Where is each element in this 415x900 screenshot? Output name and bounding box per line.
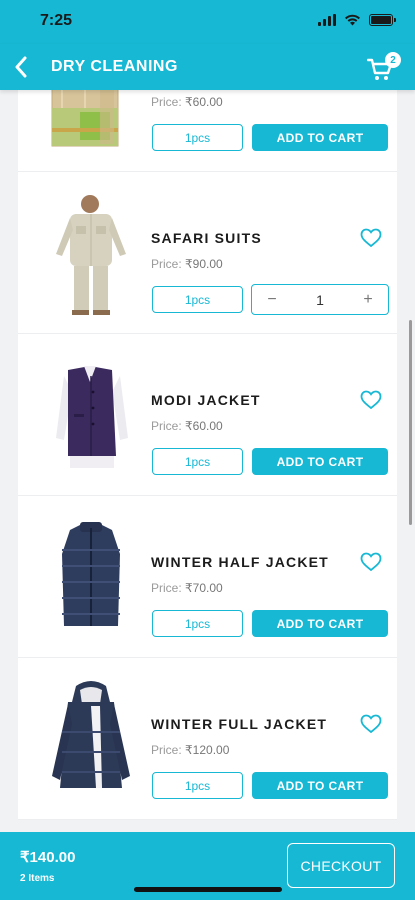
quantity-unit-select[interactable]: 1pcs: [152, 124, 243, 151]
favorite-heart-icon[interactable]: [360, 552, 382, 572]
product-name: WINTER FULL JACKET: [151, 716, 328, 732]
product-name: SAFARI SUITS: [151, 230, 262, 246]
quantity-unit-select[interactable]: 1pcs: [152, 286, 243, 313]
product-price: ₹120.00: [185, 743, 230, 757]
cart-total: ₹140.00: [20, 849, 76, 866]
checkout-bar: ₹140.00 2 Items CHECKOUT: [0, 832, 415, 900]
product-image-saree: [40, 90, 142, 154]
product-card: WINTER FULL JACKET Price: ₹120.00 1pcs A…: [18, 658, 397, 820]
scrollbar[interactable]: [409, 320, 412, 525]
favorite-heart-icon[interactable]: [360, 390, 382, 410]
page-title: DRY CLEANING: [51, 58, 178, 75]
product-list-area: Price: ₹60.00 1pcs ADD TO CART SAFARI SU…: [0, 90, 415, 832]
product-price: ₹60.00: [185, 419, 223, 433]
add-to-cart-button[interactable]: ADD TO CART: [252, 448, 388, 475]
product-price: ₹70.00: [185, 581, 223, 595]
favorite-heart-icon[interactable]: [360, 228, 382, 248]
product-price-row: Price: ₹120.00: [151, 743, 229, 757]
decrement-button[interactable]: −: [262, 291, 282, 309]
cart-button[interactable]: 2: [367, 52, 401, 82]
back-button[interactable]: [6, 52, 36, 82]
quantity-stepper: − 1 +: [251, 284, 389, 315]
quantity-value: 1: [316, 291, 324, 308]
quantity-unit-select[interactable]: 1pcs: [152, 772, 243, 799]
cart-count-badge: 2: [385, 52, 401, 68]
product-image-half-jacket: [40, 514, 142, 640]
home-indicator: [134, 887, 282, 892]
status-time: 7:25: [40, 12, 73, 29]
wifi-icon: [345, 14, 360, 26]
product-price: ₹60.00: [185, 95, 223, 109]
add-to-cart-button[interactable]: ADD TO CART: [252, 772, 388, 799]
product-price-row: Price: ₹60.00: [151, 95, 223, 109]
app-bar: DRY CLEANING 2: [0, 44, 415, 90]
checkout-button[interactable]: CHECKOUT: [287, 843, 395, 888]
product-card: Price: ₹60.00 1pcs ADD TO CART: [18, 90, 397, 172]
price-label: Price:: [151, 743, 182, 757]
add-to-cart-button[interactable]: ADD TO CART: [252, 124, 388, 151]
product-name: MODI JACKET: [151, 392, 261, 408]
product-list: Price: ₹60.00 1pcs ADD TO CART SAFARI SU…: [18, 90, 397, 820]
signal-icon: [318, 14, 336, 26]
product-price: ₹90.00: [185, 257, 223, 271]
product-image-safari-suit: [40, 190, 142, 316]
status-bar: 7:25: [0, 0, 415, 44]
quantity-unit-select[interactable]: 1pcs: [152, 610, 243, 637]
product-name: WINTER HALF JACKET: [151, 554, 329, 570]
battery-icon: [369, 14, 396, 26]
price-label: Price:: [151, 419, 182, 433]
status-icons: [318, 14, 396, 26]
product-image-full-jacket: [40, 676, 142, 802]
price-label: Price:: [151, 257, 182, 271]
product-price-row: Price: ₹60.00: [151, 419, 223, 433]
product-image-modi-jacket: [40, 352, 142, 478]
chevron-left-icon: [15, 56, 27, 78]
product-card: MODI JACKET Price: ₹60.00 1pcs ADD TO CA…: [18, 334, 397, 496]
product-card: WINTER HALF JACKET Price: ₹70.00 1pcs AD…: [18, 496, 397, 658]
price-label: Price:: [151, 95, 182, 109]
product-card: SAFARI SUITS Price: ₹90.00 1pcs − 1 +: [18, 172, 397, 334]
product-price-row: Price: ₹90.00: [151, 257, 223, 271]
cart-item-count: 2 Items: [20, 873, 55, 884]
favorite-heart-icon[interactable]: [360, 714, 382, 734]
price-label: Price:: [151, 581, 182, 595]
add-to-cart-button[interactable]: ADD TO CART: [252, 610, 388, 637]
product-price-row: Price: ₹70.00: [151, 581, 223, 595]
increment-button[interactable]: +: [358, 291, 378, 309]
quantity-unit-select[interactable]: 1pcs: [152, 448, 243, 475]
